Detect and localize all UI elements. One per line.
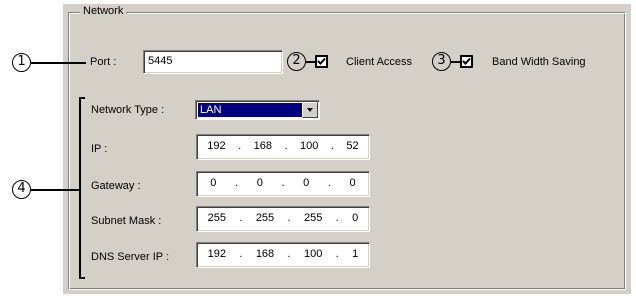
gateway-label: Gateway : bbox=[91, 180, 141, 192]
callout-2-leader bbox=[306, 61, 315, 63]
callout-3: 3 bbox=[432, 52, 451, 71]
band-width-saving-label: Band Width Saving bbox=[492, 56, 586, 68]
subnet-mask-field[interactable]: 255. 255. 255. 0 bbox=[196, 206, 370, 232]
ip-octet: 52 bbox=[346, 140, 359, 152]
check-icon bbox=[317, 57, 326, 65]
dns-octet: 1 bbox=[352, 248, 359, 260]
callout-3-leader bbox=[451, 61, 460, 63]
dns-octet: 192 bbox=[207, 248, 227, 260]
dns-octet: 100 bbox=[303, 248, 323, 260]
gateway-octet: 0 bbox=[349, 177, 356, 189]
bracket-bottom bbox=[79, 277, 85, 279]
gateway-field[interactable]: 0. 0. 0. 0 bbox=[196, 171, 370, 197]
callout-1-leader bbox=[31, 62, 86, 64]
bracket-vertical bbox=[79, 97, 81, 279]
ip-label: IP : bbox=[91, 143, 108, 155]
band-width-saving-checkbox[interactable] bbox=[460, 55, 473, 68]
gateway-octet: 0 bbox=[256, 177, 263, 189]
callout-4: 4 bbox=[12, 180, 31, 199]
network-type-label: Network Type : bbox=[91, 104, 165, 116]
callout-1: 1 bbox=[12, 53, 31, 72]
chevron-down-icon bbox=[307, 108, 313, 112]
ip-octet: 168 bbox=[253, 140, 272, 152]
client-access-label: Client Access bbox=[346, 56, 413, 68]
dns-server-ip-label: DNS Server IP : bbox=[91, 251, 170, 263]
network-type-select[interactable]: LAN bbox=[195, 100, 320, 120]
bracket-top bbox=[79, 97, 85, 99]
subnet-octet: 255 bbox=[255, 212, 275, 224]
port-label: Port : bbox=[90, 56, 117, 68]
ip-field[interactable]: 192. 168. 100. 52 bbox=[196, 134, 370, 160]
check-icon bbox=[462, 57, 471, 65]
gateway-octet: 0 bbox=[303, 177, 310, 189]
subnet-mask-label: Subnet Mask : bbox=[91, 215, 162, 227]
ip-octet: 192 bbox=[207, 140, 226, 152]
dropdown-button[interactable] bbox=[302, 102, 318, 118]
callout-4-leader bbox=[31, 189, 80, 191]
subnet-octet: 0 bbox=[352, 212, 359, 224]
ip-octet: 100 bbox=[300, 140, 319, 152]
subnet-octet: 255 bbox=[303, 212, 323, 224]
gateway-octet: 0 bbox=[210, 177, 217, 189]
network-type-value: LAN bbox=[198, 103, 302, 117]
subnet-octet: 255 bbox=[207, 212, 227, 224]
client-access-checkbox[interactable] bbox=[315, 55, 328, 68]
callout-2: 2 bbox=[287, 52, 306, 71]
dns-server-ip-field[interactable]: 192. 168. 100. 1 bbox=[196, 242, 370, 268]
dns-octet: 168 bbox=[255, 248, 275, 260]
port-field[interactable]: 5445 bbox=[143, 50, 283, 74]
group-title: Network bbox=[80, 5, 127, 17]
